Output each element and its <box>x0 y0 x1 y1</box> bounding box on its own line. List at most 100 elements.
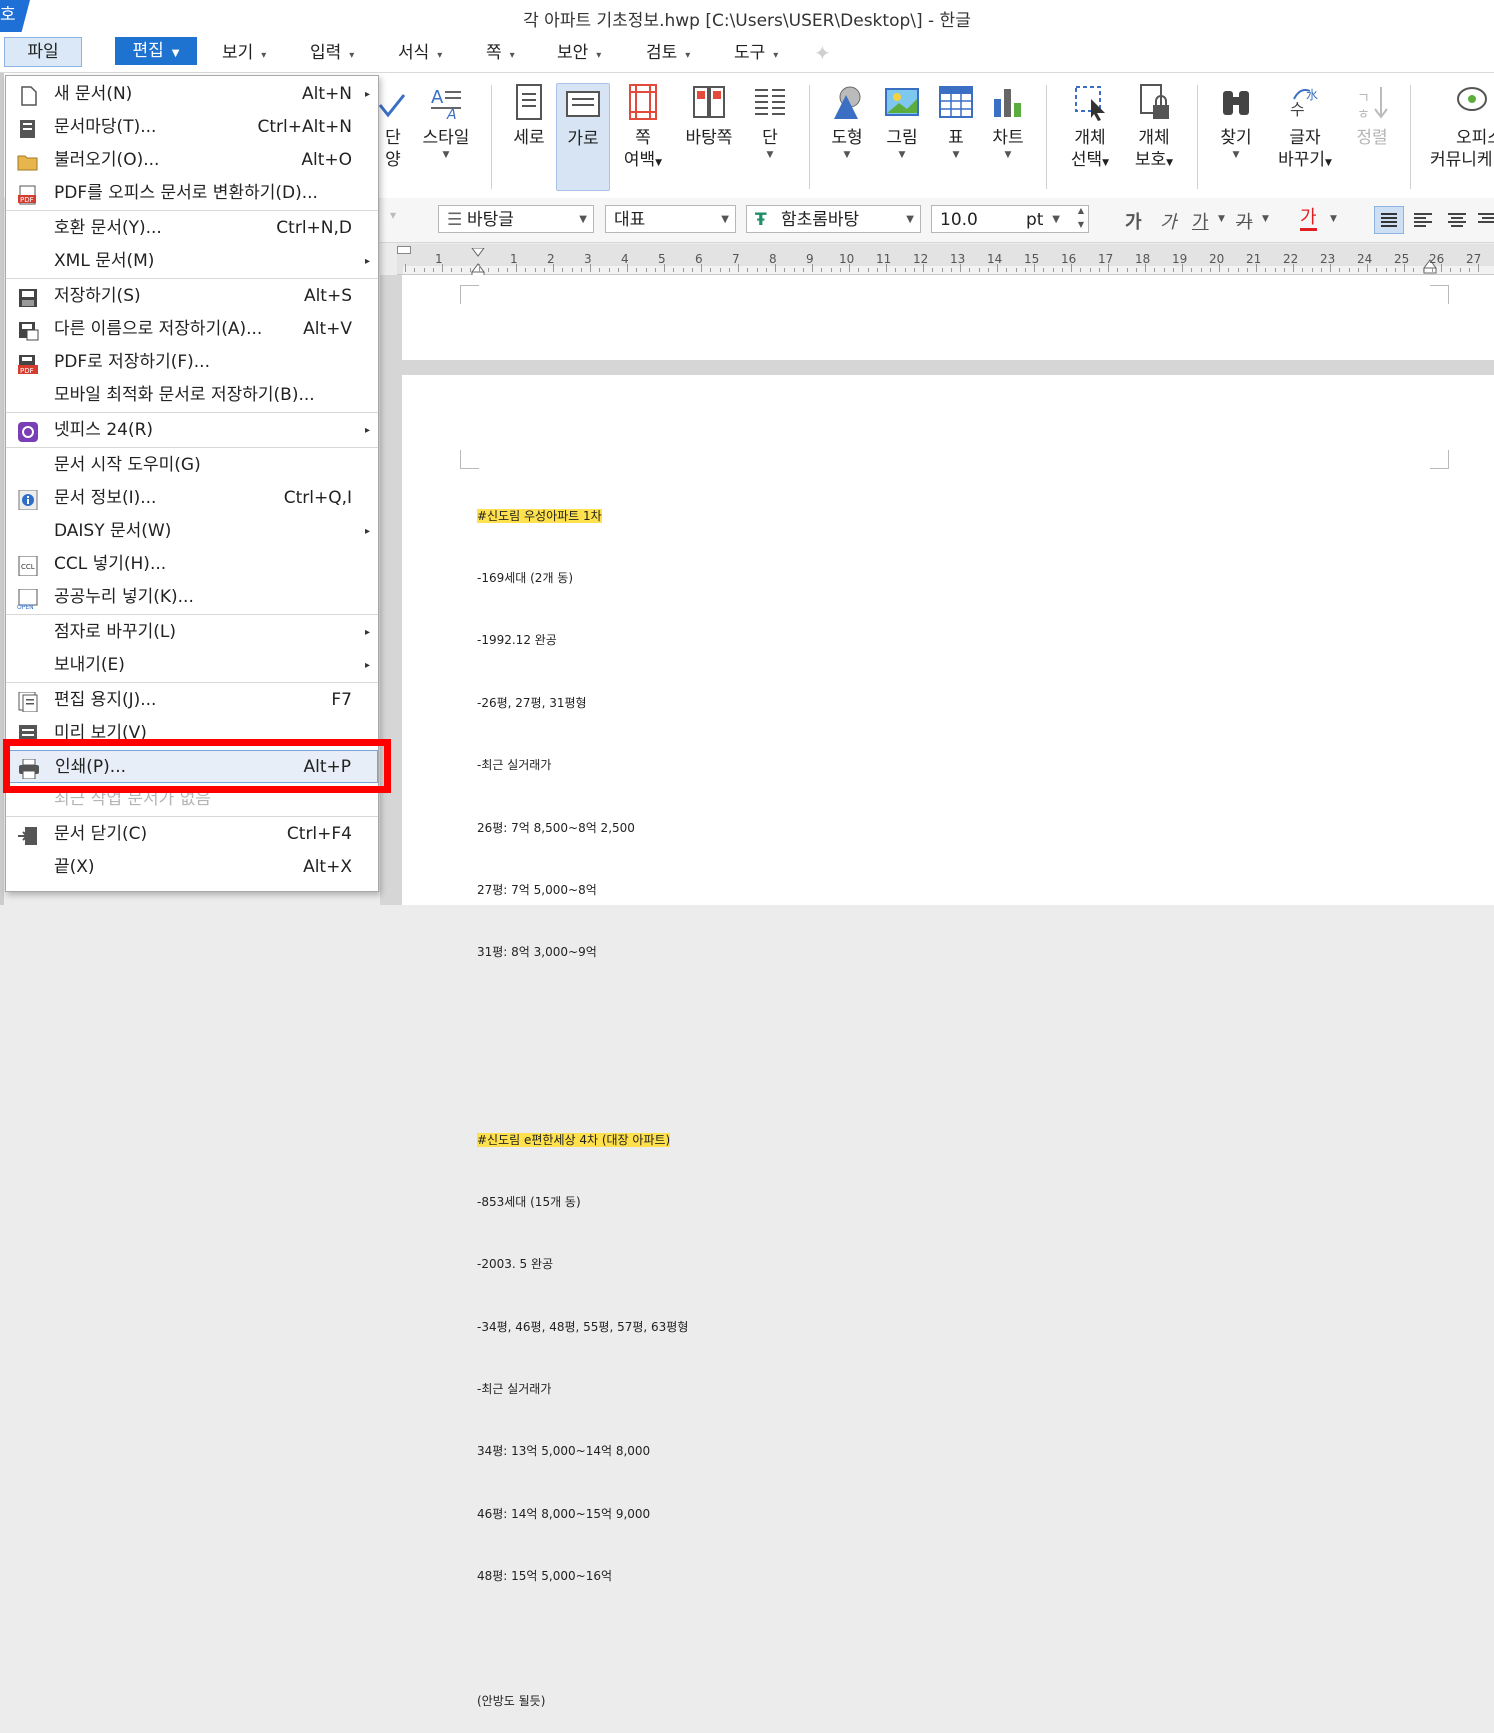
file-menu-item[interactable]: 점자로 바꾸기(L) ▸ <box>6 616 378 649</box>
menu-security[interactable]: 보안 ▾ <box>557 40 601 66</box>
align-justify-button[interactable] <box>1374 206 1404 234</box>
document-body[interactable]: #신도림 우성아파트 1차 -169세대 (2개 동) -1992.12 완공 … <box>477 464 688 1733</box>
chevron-down-icon[interactable]: ▼ <box>1262 214 1269 224</box>
ribbon-label: 도형 <box>831 128 863 148</box>
file-menu-item[interactable]: PDF PDF를 오피스 문서로 변환하기(D)... <box>6 177 378 210</box>
font-size-combo[interactable]: 10.0 pt ▼ ▲ ▼ <box>931 205 1089 233</box>
ribbon-landscape-button[interactable]: 가로 <box>556 83 610 191</box>
file-menu-item[interactable]: XML 문서(M) ▸ <box>6 245 378 278</box>
menu-item-label: DAISY 문서(W) <box>54 521 172 541</box>
size-spinner-icon[interactable]: ▲ ▼ <box>1078 204 1084 232</box>
file-menu-item[interactable]: 문서 시작 도우미(G) <box>6 449 378 482</box>
ruler-tick <box>599 268 600 272</box>
menu-insert[interactable]: 입력 ▾ <box>310 40 354 66</box>
menu-review[interactable]: 검토 ▾ <box>646 40 690 66</box>
ribbon-replace-button[interactable]: 수水 글자 바꾸기▼ <box>1274 83 1336 174</box>
underline-button[interactable]: 가 <box>1192 208 1209 234</box>
style-combo[interactable]: ☰ 바탕글 ▼ <box>438 205 594 233</box>
italic-button[interactable]: 가 <box>1160 208 1177 234</box>
file-menu-item[interactable]: 편집 용지(J)... F7 <box>6 684 378 717</box>
ribbon-portrait-button[interactable]: 세로 <box>506 83 552 149</box>
bold-button[interactable]: 가 <box>1125 208 1142 234</box>
chevron-down-icon: ▼ <box>952 150 960 160</box>
ribbon-label: 선택▼ <box>1070 150 1110 170</box>
ribbon-margin-button[interactable]: 쪽 여백▼ <box>618 83 668 174</box>
file-menu-item[interactable]: 호환 문서(Y)... Ctrl+N,D <box>6 212 378 245</box>
menu-view[interactable]: 보기 ▾ <box>222 40 266 66</box>
table-icon <box>939 83 973 121</box>
ruler-tick <box>1386 268 1387 272</box>
help-icon[interactable]: ✦ <box>814 40 831 66</box>
doc-blank-line <box>477 1067 688 1088</box>
align-right-button[interactable] <box>1478 207 1494 237</box>
file-menu-item[interactable]: 넷피스 24(R) ▸ <box>6 414 378 447</box>
menu-item-label: 공공누리 넣기(K)... <box>54 587 194 607</box>
ribbon-find-button[interactable]: 찾기 ▼ <box>1210 83 1262 161</box>
save-icon <box>17 287 39 307</box>
ribbon-office-community-button[interactable]: 오피스 커뮤니케 <box>1426 83 1494 171</box>
menu-edit[interactable]: 편집 ▼ <box>115 37 197 65</box>
ribbon-picture-button[interactable]: 그림 ▼ <box>880 83 924 161</box>
ruler-tick <box>572 268 573 272</box>
menu-format[interactable]: 서식 ▾ <box>398 40 442 66</box>
file-menu-item[interactable]: 불러오기(O)... Alt+O <box>6 144 378 177</box>
ribbon-table-button[interactable]: 표 ▼ <box>934 83 978 161</box>
ruler-tick <box>1395 268 1396 272</box>
page-margin-icon <box>626 83 660 121</box>
chevron-down-icon[interactable]: ▼ <box>1330 214 1337 224</box>
ribbon-protect-object-button[interactable]: 개체 보호▼ <box>1126 83 1182 174</box>
file-menu-item[interactable]: 문서 닫기(C) Ctrl+F4 <box>6 818 378 851</box>
file-menu-item[interactable]: PDF PDF로 저장하기(F)... <box>6 346 378 379</box>
ribbon-chart-button[interactable]: 차트 ▼ <box>986 83 1030 161</box>
ruler-tick <box>979 268 980 272</box>
strikethrough-button[interactable]: 가 <box>1236 208 1253 234</box>
ribbon-master-page-button[interactable]: 바탕쪽 <box>680 83 738 149</box>
ruler-tick <box>1441 264 1442 272</box>
column-icon <box>378 83 408 121</box>
font-color-button[interactable]: 가 <box>1300 208 1317 231</box>
ruler-tick <box>1256 264 1257 272</box>
align-right-icon <box>1478 213 1494 223</box>
ribbon-shape-button[interactable]: 도형 ▼ <box>824 83 870 161</box>
ribbon-column-layout-button[interactable]: 단 양 <box>378 83 408 171</box>
ribbon-columns-button[interactable]: 단 ▼ <box>748 83 792 161</box>
align-center-button[interactable] <box>1444 207 1472 237</box>
language-combo[interactable]: 대표 ▼ <box>605 205 736 233</box>
svg-text:PDF: PDF <box>20 196 34 204</box>
file-menu-item[interactable]: 문서 정보(I)... Ctrl+Q,I <box>6 482 378 515</box>
file-menu-item[interactable]: 문서마당(T)... Ctrl+Alt+N <box>6 111 378 144</box>
ruler-margin-marker[interactable] <box>397 246 411 254</box>
ruler-tick <box>821 268 822 272</box>
file-menu-item[interactable]: 보내기(E) ▸ <box>6 649 378 682</box>
ribbon-sort-button[interactable]: ㄱㅎ 정렬 <box>1348 83 1396 149</box>
file-menu-item[interactable]: CCL CCL 넣기(H)... <box>6 548 378 581</box>
ruler-tick <box>905 268 906 272</box>
menu-page[interactable]: 쪽 ▾ <box>486 40 515 66</box>
file-menu-item[interactable]: 끝(X) Alt+X <box>6 851 378 884</box>
file-menu-item[interactable]: 저장하기(S) Alt+S <box>6 280 378 313</box>
ruler-tick <box>1173 268 1174 272</box>
indent-marker[interactable] <box>471 247 485 279</box>
file-menu-item[interactable]: 다른 이름으로 저장하기(A)... Alt+V <box>6 313 378 346</box>
horizontal-ruler[interactable]: 1 1 2 3 4 5 6 7 8 9 10 11 12 13 14 15 16… <box>397 244 1494 279</box>
ribbon-label: 정렬 <box>1356 128 1388 148</box>
chevron-down-icon[interactable]: ▼ <box>1218 214 1225 224</box>
chevron-down-icon[interactable]: ▾ <box>390 208 396 222</box>
ruler-tick <box>1043 268 1044 272</box>
font-combo[interactable]: Ŧ 함초롬바탕 ▼ <box>746 205 921 233</box>
svg-text:PDF: PDF <box>20 367 34 374</box>
menu-tools[interactable]: 도구 ▾ <box>734 40 778 66</box>
file-menu-item[interactable]: 모바일 최적화 문서로 저장하기(B)... <box>6 379 378 412</box>
chevron-down-icon: ▾ <box>596 50 602 61</box>
menu-separator <box>6 614 378 615</box>
open-folder-icon <box>17 151 39 171</box>
align-left-button[interactable] <box>1410 207 1438 237</box>
ruler-tick <box>997 264 998 272</box>
file-menu-item[interactable]: 새 문서(N) Alt+N ▸ <box>6 78 378 111</box>
ruler-number: 19 <box>1172 252 1188 266</box>
file-menu-item[interactable]: OPEN 공공누리 넣기(K)... <box>6 581 378 614</box>
ribbon-style-button[interactable]: AA 스타일 ▼ <box>418 83 474 161</box>
file-menu-item[interactable]: DAISY 문서(W) ▸ <box>6 515 378 548</box>
menu-file[interactable]: 파일 <box>4 37 82 67</box>
ribbon-select-object-button[interactable]: 개체 선택▼ <box>1062 83 1118 174</box>
